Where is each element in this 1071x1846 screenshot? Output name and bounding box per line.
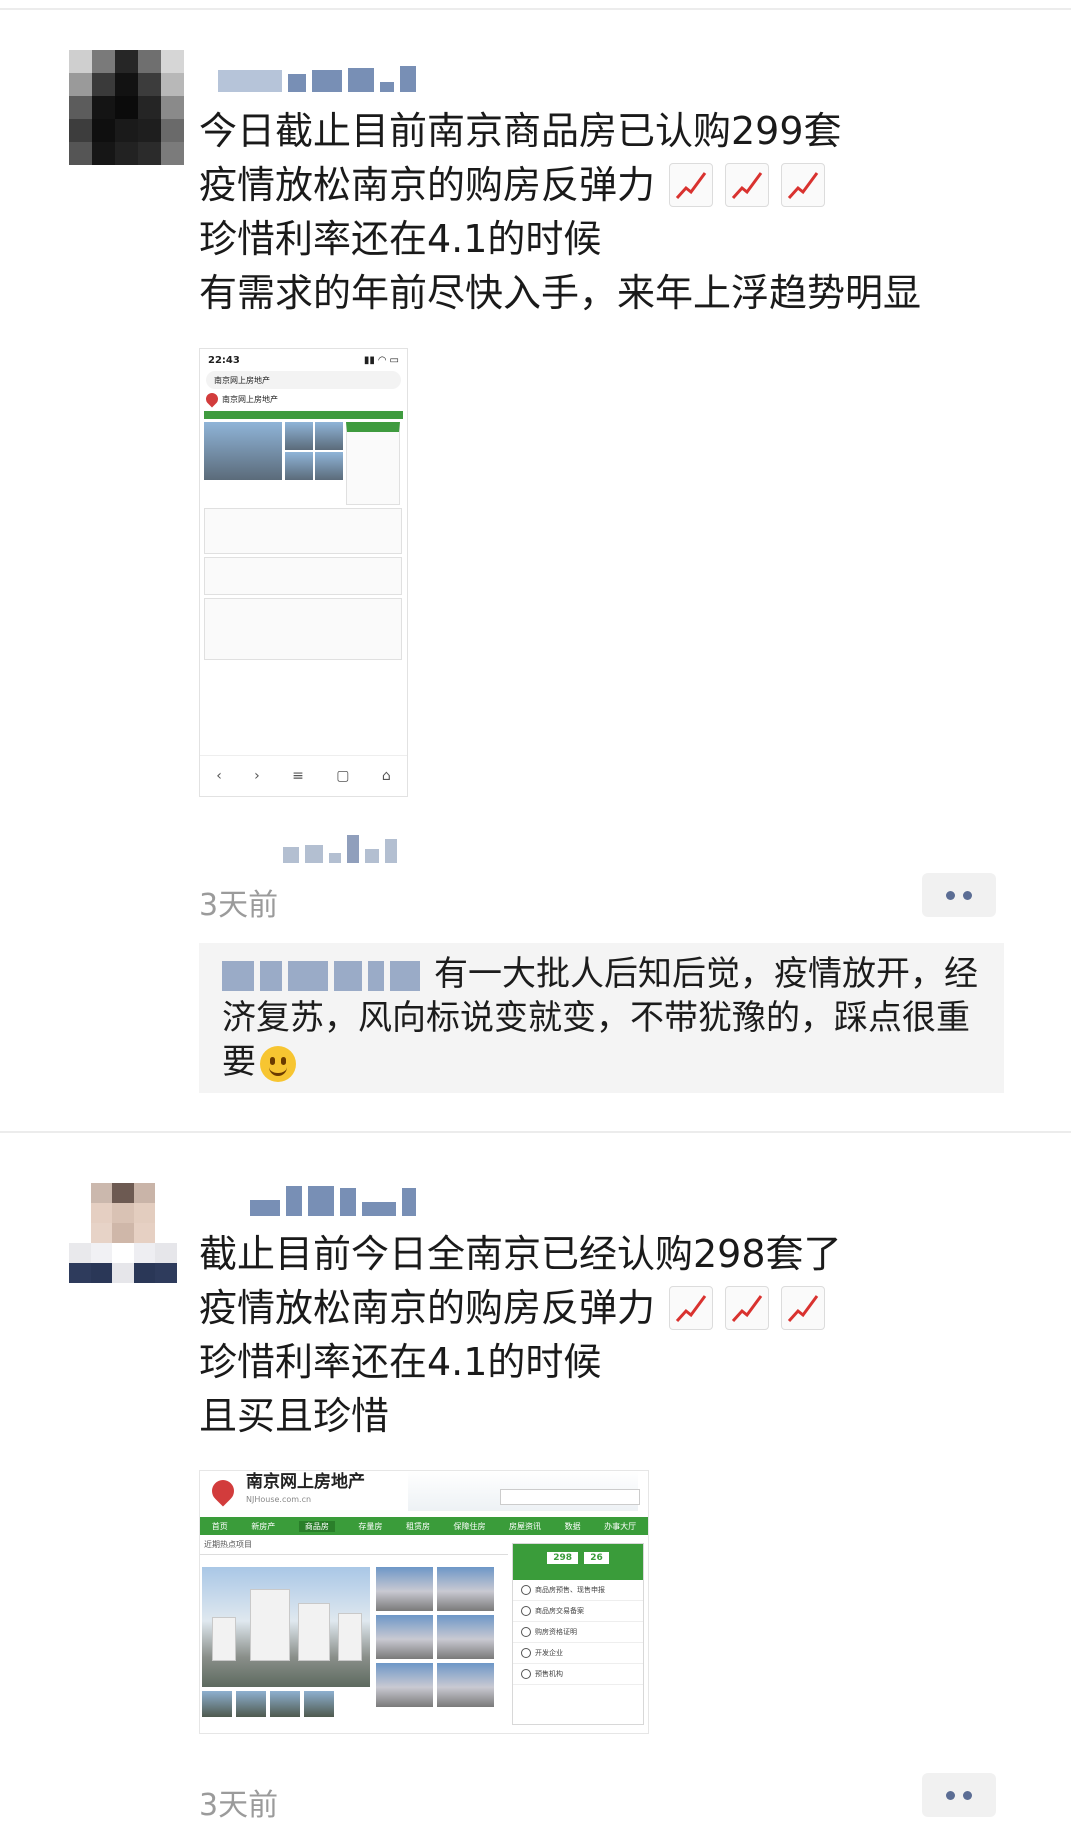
phone-site-title: 南京网上房地产 (222, 394, 278, 404)
post-2-time: 3天前 (199, 1788, 279, 1823)
post-1-text: 今日截止目前南京商品房已认购299套 疫情放松南京的购房反弹力 珍惜利率还在4.… (199, 104, 921, 320)
site-header: 南京网上房地产 NJHouse.com.cn (200, 1471, 648, 1511)
more-actions-button[interactable] (922, 873, 996, 917)
site-nav-item: 存量房 (358, 1521, 383, 1531)
site-photo-thumbs (202, 1691, 334, 1717)
username-blurred[interactable] (218, 62, 416, 92)
chart-increasing-icon (669, 163, 714, 207)
site-logo-icon (207, 1475, 239, 1507)
signal-icon: ▮▮ ◠ ▭ (363, 354, 399, 366)
chart-increasing-icon (781, 163, 826, 207)
post-2-line-2: 疫情放松南京的购房反弹力 (199, 1281, 842, 1335)
post-2-line-1: 截止目前今日全南京已经认购298套了 (199, 1232, 842, 1276)
phone-nav-bar: ‹ › ≡ ▢ ⌂ (200, 755, 407, 796)
site-side-item: 开发企业 (513, 1643, 643, 1664)
post-1-line-2: 疫情放松南京的购房反弹力 (199, 158, 921, 212)
smiley-emoji-icon (260, 1045, 296, 1082)
comment[interactable]: 有一大批人后知后觉，疫情放开，经济复苏，风向标说变就变，不带犹豫的，踩点很重要 (222, 952, 1002, 1084)
site-side-item: 商品房交易备案 (513, 1601, 643, 1622)
phone-site-nav (204, 411, 403, 419)
site-photo-grid (376, 1567, 494, 1707)
site-nav-item: 租赁房 (405, 1521, 430, 1531)
menu-icon: ≡ (292, 768, 304, 784)
post-1-line-4: 有需求的年前尽快入手，来年上浮趋势明显 (199, 271, 922, 315)
site-search-input (500, 1489, 640, 1505)
site-side-panel: 298 26 商品房预售、现售申报 商品房交易备案 购房资格证明 开发企业 预售… (512, 1543, 644, 1725)
site-nav-item: 数据 (564, 1521, 581, 1531)
post-2-line-2-text: 疫情放松南京的购房反弹力 (199, 1286, 656, 1330)
site-nav-item: 保障住房 (453, 1521, 486, 1531)
more-dot-icon (946, 1790, 955, 1800)
post-2-line-4: 且买且珍惜 (199, 1394, 390, 1438)
post-1-image[interactable]: 22:43 ▮▮ ◠ ▭ 南京网上房地产 南京网上房地产 ‹ › ≡ ▢ ⌂ (199, 348, 408, 797)
username-blurred[interactable] (250, 1186, 416, 1216)
post-2-text: 截止目前今日全南京已经认购298套了 疫情放松南京的购房反弹力 珍惜利率还在4.… (199, 1227, 842, 1443)
site-stat-value: 26 (584, 1552, 609, 1564)
phone-tab-bar: 南京网上房地产 (206, 371, 401, 389)
site-main-photo (202, 1567, 370, 1687)
chart-increasing-icon (725, 163, 770, 207)
back-icon: ‹ (216, 768, 222, 784)
site-nav-item: 首页 (211, 1521, 228, 1531)
site-brand: 南京网上房地产 NJHouse.com.cn (246, 1473, 365, 1509)
post-1-line-2-text: 疫情放松南京的购房反弹力 (199, 163, 656, 207)
more-dot-icon (963, 1790, 972, 1800)
site-stat-value: 298 (547, 1552, 579, 1564)
location-blurred (283, 833, 397, 863)
commenter-name-blurred[interactable] (222, 960, 420, 991)
post-1-time: 3天前 (199, 888, 279, 923)
top-divider (0, 8, 1071, 10)
site-side-item: 商品房预售、现售申报 (513, 1580, 643, 1601)
site-side-item: 购房资格证明 (513, 1622, 643, 1643)
tabs-icon: ▢ (336, 768, 350, 784)
site-nav-item: 办事大厅 (604, 1521, 637, 1531)
more-dot-icon (946, 890, 955, 900)
site-logo-icon (203, 390, 221, 408)
avatar[interactable] (69, 50, 184, 165)
phone-status-bar: 22:43 ▮▮ ◠ ▭ (200, 349, 407, 371)
forward-icon: › (254, 768, 260, 784)
site-nav: 首页 新房产 商品房 存量房 租赁房 保障住房 房屋资讯 数据 办事大厅 (200, 1517, 648, 1535)
phone-status-time: 22:43 (208, 354, 240, 366)
site-side-item: 预售机构 (513, 1664, 643, 1685)
more-dot-icon (963, 890, 972, 900)
site-subheading: 近期热点项目 (200, 1535, 508, 1555)
site-brand-url: NJHouse.com.cn (246, 1495, 312, 1504)
site-nav-item: 商品房 (298, 1520, 335, 1532)
post-1-line-3: 珍惜利率还在4.1的时候 (199, 217, 602, 261)
site-stats: 298 26 (513, 1544, 643, 1580)
phone-tab-title: 南京网上房地产 (214, 375, 270, 385)
home-icon: ⌂ (381, 768, 391, 784)
avatar[interactable] (69, 1183, 177, 1283)
post-2-line-3: 珍惜利率还在4.1的时候 (199, 1340, 602, 1384)
site-brand-name: 南京网上房地产 (246, 1472, 365, 1492)
post-1-line-1: 今日截止目前南京商品房已认购299套 (199, 109, 842, 153)
chart-increasing-icon (781, 1286, 826, 1330)
chart-increasing-icon (669, 1286, 714, 1330)
chart-increasing-icon (725, 1286, 770, 1330)
phone-site-header: 南京网上房地产 (200, 389, 407, 409)
post-divider (0, 1131, 1071, 1133)
site-nav-item: 新房产 (251, 1521, 276, 1531)
post-2-image[interactable]: 南京网上房地产 NJHouse.com.cn 首页 新房产 商品房 存量房 租赁… (199, 1470, 649, 1734)
site-nav-item: 房屋资讯 (509, 1521, 542, 1531)
more-actions-button[interactable] (922, 1773, 996, 1817)
